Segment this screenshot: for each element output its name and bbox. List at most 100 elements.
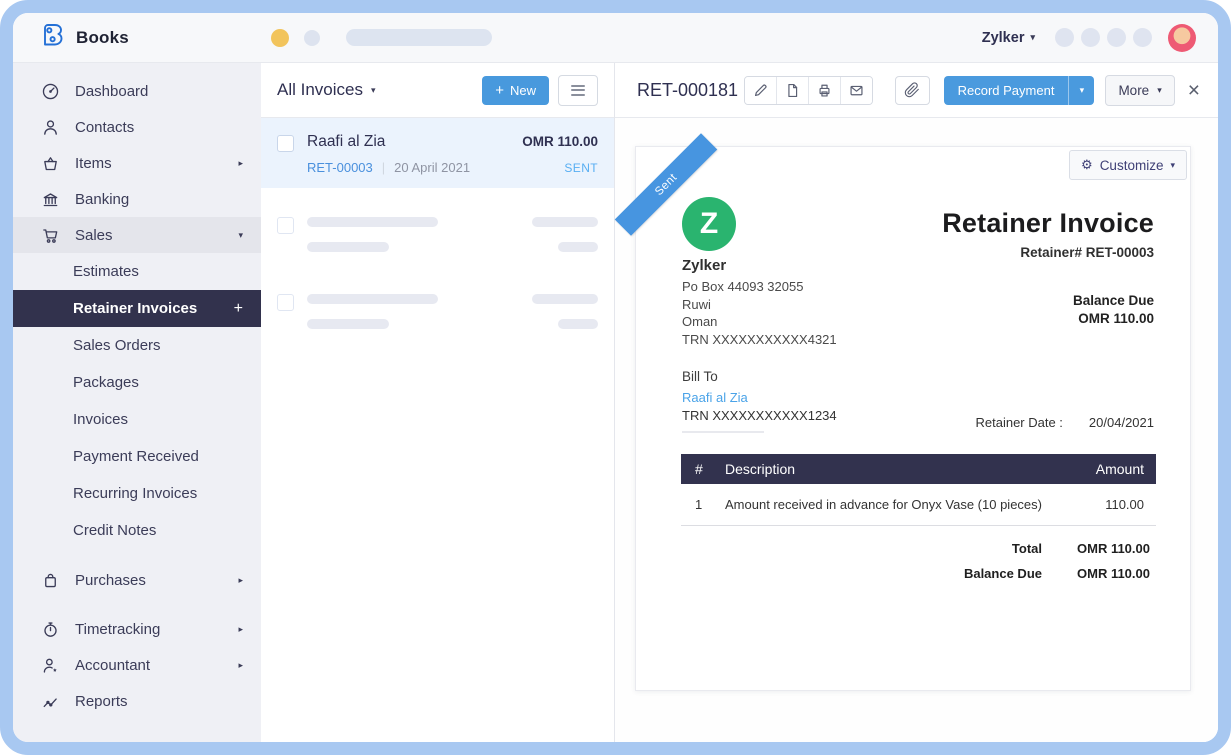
bill-to-customer-link[interactable]: Raafi al Zia	[682, 390, 748, 405]
topbar: Books Zylker ▾	[13, 13, 1218, 63]
sidebar-item-label: Accountant	[75, 657, 150, 674]
divider-line	[682, 431, 764, 433]
sidebar-item-packages[interactable]: Packages	[13, 364, 261, 401]
list-title: All Invoices	[277, 80, 363, 100]
topbar-icon-3[interactable]	[1107, 28, 1126, 47]
sidebar-item-label: Payment Received	[73, 448, 199, 465]
new-button-label: New	[510, 83, 536, 98]
sidebar-item-payment-received[interactable]: Payment Received	[13, 438, 261, 475]
sidebar-item-label: Recurring Invoices	[73, 485, 197, 502]
sidebar-item-estimates[interactable]: Estimates	[13, 253, 261, 290]
sidebar-item-items[interactable]: Items ▸	[13, 145, 261, 181]
list-filter-dropdown[interactable]: All Invoices ▾	[277, 80, 376, 100]
record-payment-split-button: Record Payment ▾	[944, 76, 1095, 105]
balance-due-label: Balance Due	[1073, 293, 1154, 308]
notification-dot[interactable]	[271, 29, 289, 47]
sidebar-item-banking[interactable]: Banking	[13, 181, 261, 217]
sidebar-item-recurring-invoices[interactable]: Recurring Invoices	[13, 475, 261, 512]
total-value: OMR 110.00	[1042, 541, 1150, 556]
sidebar-item-sales-orders[interactable]: Sales Orders	[13, 327, 261, 364]
topbar-icon-cluster	[1055, 28, 1152, 47]
sidebar-item-label: Packages	[73, 374, 139, 391]
app-title: Books	[76, 28, 129, 48]
topbar-dot[interactable]	[304, 30, 320, 46]
detail-header: RET-000181	[615, 63, 1218, 118]
plus-icon[interactable]: +	[234, 300, 243, 318]
sidebar-item-timetracking[interactable]: Timetracking ▸	[13, 611, 261, 647]
close-button[interactable]: ×	[1188, 80, 1200, 101]
row-checkbox[interactable]	[277, 217, 294, 234]
topbar-icon-2[interactable]	[1081, 28, 1100, 47]
cell-number: 1	[681, 497, 725, 512]
more-button[interactable]: More ▾	[1105, 75, 1174, 106]
row-amount: OMR 110.00	[522, 134, 598, 149]
items-icon	[40, 154, 60, 173]
pdf-button[interactable]	[776, 77, 808, 104]
total-label: Balance Due	[964, 566, 1042, 581]
row-checkbox[interactable]	[277, 135, 294, 152]
sidebar-item-label: Estimates	[73, 263, 139, 280]
invoice-detail-panel: RET-000181	[615, 63, 1218, 742]
sidebar-item-label: Credit Notes	[73, 522, 156, 539]
totals-block: Total OMR 110.00 Balance Due OMR 110.00	[964, 541, 1150, 591]
sidebar-item-reports[interactable]: Reports	[13, 683, 261, 719]
sidebar-item-label: Reports	[75, 693, 128, 710]
search-bar-placeholder[interactable]	[346, 29, 492, 46]
sidebar-item-label: Purchases	[75, 572, 146, 589]
paperclip-icon	[904, 82, 920, 98]
contacts-icon	[40, 118, 60, 137]
app-window: Books Zylker ▾ Dashboard	[0, 0, 1231, 755]
chevron-right-icon: ▸	[238, 158, 243, 169]
sidebar-item-invoices[interactable]: Invoices	[13, 401, 261, 438]
sales-icon	[40, 226, 60, 245]
customize-label: Customize	[1100, 158, 1164, 173]
sidebar-item-purchases[interactable]: Purchases ▸	[13, 562, 261, 598]
new-invoice-button[interactable]: + New	[482, 76, 549, 105]
more-label: More	[1118, 83, 1149, 98]
list-skeleton-row	[261, 294, 614, 329]
sidebar-item-credit-notes[interactable]: Credit Notes	[13, 512, 261, 549]
row-invoice-number[interactable]: RET-00003	[307, 160, 373, 175]
hamburger-icon	[571, 85, 585, 87]
retainer-date-label: Retainer Date :	[975, 415, 1062, 430]
attachment-button[interactable]	[895, 76, 930, 105]
avatar[interactable]	[1168, 24, 1196, 52]
invoice-list-row-selected[interactable]: Raafi al Zia OMR 110.00 RET-00003 | 20 A…	[261, 118, 614, 188]
print-button[interactable]	[808, 77, 840, 104]
row-customer-name: Raafi al Zia	[307, 133, 385, 151]
list-skeleton-area	[261, 188, 614, 371]
chevron-down-icon: ▾	[1170, 161, 1175, 170]
chevron-down-icon: ▾	[1030, 33, 1035, 42]
sidebar-item-contacts[interactable]: Contacts	[13, 109, 261, 145]
retainer-number: Retainer# RET-00003	[1020, 245, 1154, 260]
email-button[interactable]	[840, 77, 872, 104]
chevron-down-icon: ▾	[371, 86, 376, 95]
purchases-icon	[40, 571, 60, 590]
document-actions-group	[744, 76, 873, 105]
printer-icon	[816, 82, 833, 99]
topbar-icon-4[interactable]	[1133, 28, 1152, 47]
gear-icon: ⚙	[1081, 157, 1093, 173]
record-payment-dropdown[interactable]: ▾	[1068, 76, 1094, 105]
retainer-date-row: Retainer Date : 20/04/2021	[975, 415, 1154, 430]
sidebar-item-label: Sales Orders	[73, 337, 161, 354]
plus-icon: +	[495, 83, 504, 98]
sidebar-item-retainer-invoices[interactable]: Retainer Invoices +	[13, 290, 261, 327]
document-title: Retainer Invoice	[942, 208, 1154, 239]
balance-due-row: Balance Due OMR 110.00	[964, 566, 1150, 581]
record-payment-button[interactable]: Record Payment	[944, 76, 1069, 105]
sidebar-item-dashboard[interactable]: Dashboard	[13, 73, 261, 109]
row-checkbox[interactable]	[277, 294, 294, 311]
sidebar-item-sales[interactable]: Sales ▾	[13, 217, 261, 253]
edit-button[interactable]	[745, 77, 776, 104]
list-options-button[interactable]	[558, 75, 598, 106]
org-selector[interactable]: Zylker ▾	[982, 30, 1035, 46]
topbar-icon-1[interactable]	[1055, 28, 1074, 47]
sidebar-item-label: Sales	[75, 227, 113, 244]
detail-title: RET-000181	[637, 80, 738, 101]
customize-button[interactable]: ⚙ Customize ▾	[1069, 150, 1187, 180]
total-label: Total	[1012, 541, 1042, 556]
address-line: Ruwi	[682, 296, 837, 314]
invoice-document: Sent ⚙ Customize ▾ Z Zylker Po Box 44093…	[635, 146, 1191, 691]
sidebar-item-accountant[interactable]: Accountant ▸	[13, 647, 261, 683]
